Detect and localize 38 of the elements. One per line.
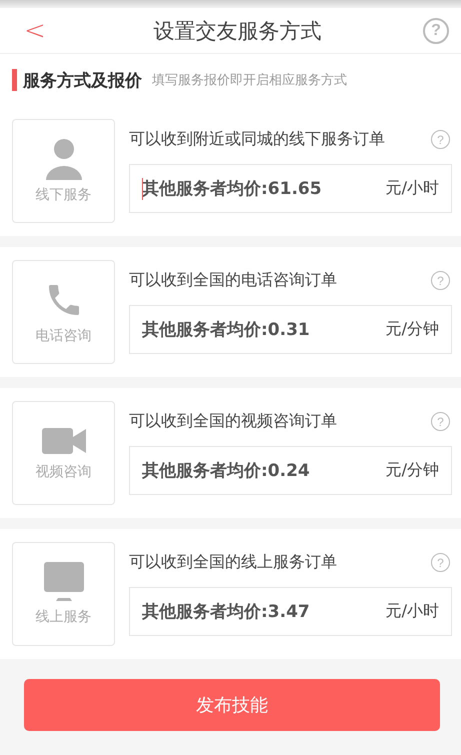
monitor-icon [44,562,84,602]
service-type-tile[interactable]: 视频咨询 [12,401,115,505]
help-button[interactable]: ? [431,271,450,290]
price-field[interactable]: 其他服务者均价:0.24 元/分钟 [129,446,452,495]
service-description: 可以收到全国的视频咨询订单 [129,411,337,432]
price-input[interactable]: 其他服务者均价:3.47 [142,602,386,622]
service-description: 可以收到全国的线上服务订单 [129,552,337,573]
service-type-tile[interactable]: 线下服务 [12,119,115,223]
section-hint: 填写服务报价即开启相应服务方式 [152,72,347,89]
accent-bar [12,69,17,91]
service-description: 可以收到附近或同城的线下服务订单 [129,129,385,150]
section-title: 服务方式及报价 [23,70,142,92]
service-type-label: 线下服务 [36,186,92,204]
price-unit: 元/小时 [386,178,439,199]
page-title: 设置交友服务方式 [153,18,322,44]
price-input[interactable]: 其他服务者均价:0.31 [142,320,386,340]
price-field[interactable]: 其他服务者均价:61.65 元/小时 [129,164,452,213]
help-button[interactable]: ? [431,412,450,431]
service-description: 可以收到全国的电话咨询订单 [129,270,337,291]
price-unit: 元/小时 [386,601,439,622]
service-type-label: 视频咨询 [36,463,92,481]
video-camera-icon [42,425,86,457]
service-type-label: 线上服务 [36,608,92,626]
help-button[interactable]: ? [431,553,450,572]
service-type-tile[interactable]: 线上服务 [12,542,115,646]
price-field[interactable]: 其他服务者均价:0.31 元/分钟 [129,305,452,354]
price-unit: 元/分钟 [386,460,439,481]
publish-button[interactable]: 发布技能 [24,679,440,731]
service-type-label: 电话咨询 [36,327,92,345]
price-input[interactable]: 其他服务者均价:0.24 [142,460,386,480]
person-icon [44,138,84,180]
help-button[interactable]: ? [422,18,449,44]
help-button[interactable]: ? [431,130,450,149]
price-field[interactable]: 其他服务者均价:3.47 元/小时 [129,587,452,636]
price-unit: 元/分钟 [386,319,439,340]
back-button[interactable]: < [18,18,52,44]
service-type-tile[interactable]: 电话咨询 [12,260,115,364]
price-input[interactable]: 其他服务者均价:61.65 [142,178,386,198]
